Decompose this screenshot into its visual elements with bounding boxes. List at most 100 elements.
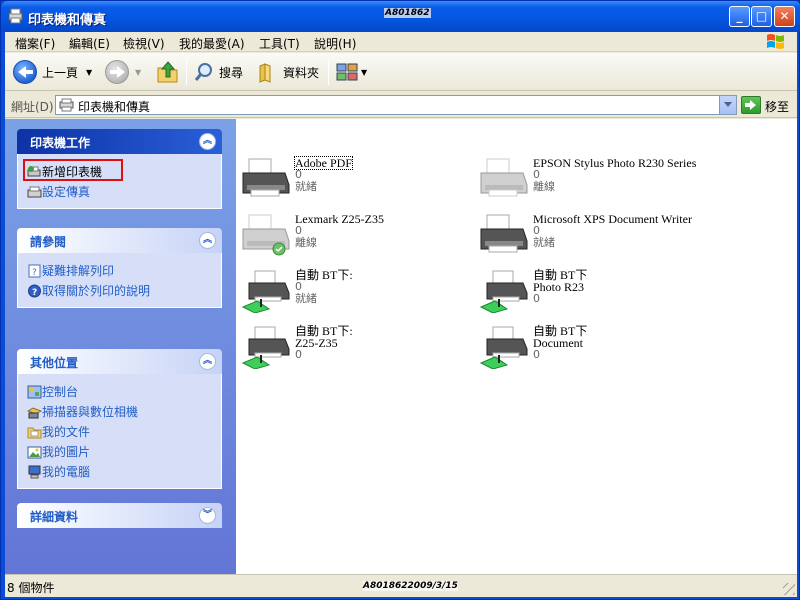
- other-places-header[interactable]: 其他位置 ︽: [17, 349, 222, 374]
- views-dropdown-icon[interactable]: ▼: [361, 68, 367, 77]
- address-input[interactable]: 印表機和傳真: [55, 95, 737, 115]
- printer-item[interactable]: Adobe PDF 0 就緒: [241, 156, 471, 209]
- printer-doc-count: 0: [295, 348, 302, 361]
- network-printer-icon: [241, 326, 290, 369]
- printer-tasks-panel: 印表機工作 ︽ 新增印表機 設定傳真: [17, 129, 222, 209]
- printer-icon: [242, 158, 290, 197]
- printer-offline-icon: [480, 158, 528, 197]
- close-button[interactable]: ✕: [774, 6, 795, 27]
- watermark-text: A8018622009/3/15: [363, 581, 458, 591]
- scanner-camera-icon: [27, 407, 42, 419]
- my-documents-folder-icon: [27, 427, 42, 439]
- printer-tasks-body: 新增印表機 設定傳真: [17, 154, 222, 209]
- place-my-computer[interactable]: 我的電腦: [18, 462, 221, 482]
- address-label: 網址(D): [11, 100, 54, 114]
- collapse-chevron-icon[interactable]: ︽: [199, 353, 216, 370]
- go-arrow-icon[interactable]: [741, 96, 761, 114]
- menu-file[interactable]: 檔案(F): [15, 35, 55, 52]
- back-label: 上一頁: [42, 65, 79, 80]
- window-client: 檔案(F) 編輯(E) 檢視(V) 我的最愛(A) 工具(T) 說明(H) 上一…: [5, 32, 797, 597]
- forward-button[interactable]: ▼: [105, 59, 141, 85]
- printer-status: 就緒: [533, 236, 555, 249]
- task-pane: 印表機工作 ︽ 新增印表機 設定傳真 請參閱 ︽ ? 疑難排解列印 ? 取得關於…: [5, 119, 236, 574]
- address-bar: 網址(D) 印表機和傳真 移至: [5, 92, 797, 118]
- printer-status: 離線: [533, 180, 555, 193]
- other-places-panel: 其他位置 ︽ 控制台 掃描器與數位相機 我的文件 我的圖片 我的電腦: [17, 349, 222, 489]
- default-printer-offline-icon: [242, 214, 290, 256]
- printer-item[interactable]: EPSON Stylus Photo R230 Series 0 離線: [479, 157, 709, 209]
- back-dropdown-icon[interactable]: ▼: [86, 68, 92, 77]
- printer-name: Microsoft XPS Document Writer: [533, 212, 692, 226]
- printer-item[interactable]: 自動 BT下 Photo R23 0: [479, 269, 709, 321]
- expand-chevron-icon[interactable]: ︾: [199, 507, 216, 524]
- task-add-printer[interactable]: 新增印表機: [18, 162, 221, 182]
- maximize-button[interactable]: □: [751, 6, 772, 27]
- panel-title: 請參閱: [30, 235, 67, 249]
- task-setup-fax[interactable]: 設定傳真: [18, 182, 221, 202]
- printer-status: 就緒: [295, 180, 317, 193]
- network-printer-icon: [479, 270, 528, 313]
- views-icon: [336, 63, 358, 81]
- title-bar[interactable]: 印表機和傳真 A801862 _ □ ✕: [1, 1, 800, 32]
- search-label: 搜尋: [219, 65, 244, 80]
- printer-item[interactable]: 自動 BT下 Document 0: [479, 325, 709, 377]
- printer-item[interactable]: Lexmark Z25-Z35 0 離線: [241, 213, 471, 265]
- svg-text:?: ?: [32, 268, 37, 278]
- add-printer-icon: [27, 166, 41, 177]
- address-dropdown-icon[interactable]: [719, 96, 736, 114]
- printer-doc-count: 0: [533, 292, 540, 305]
- menu-edit[interactable]: 編輯(E): [69, 35, 110, 52]
- see-also-body: ? 疑難排解列印 ? 取得關於列印的說明: [17, 253, 222, 308]
- task-label: 控制台: [42, 385, 79, 399]
- see-also-header[interactable]: 請參閱 ︽: [17, 228, 222, 253]
- task-printing-help[interactable]: ? 取得關於列印的說明: [18, 281, 221, 301]
- fax-icon: [27, 186, 42, 198]
- forward-arrow-icon: [105, 60, 129, 84]
- task-label: 疑難排解列印: [42, 264, 115, 278]
- printer-folder-icon: [8, 8, 23, 24]
- place-my-pictures[interactable]: 我的圖片: [18, 442, 221, 462]
- printer-tasks-header[interactable]: 印表機工作 ︽: [17, 129, 222, 154]
- menu-view[interactable]: 檢視(V): [123, 35, 165, 52]
- task-label: 設定傳真: [42, 185, 91, 199]
- help-icon: ?: [28, 284, 41, 298]
- forward-dropdown-icon[interactable]: ▼: [135, 68, 141, 77]
- help-document-icon: ?: [28, 264, 41, 278]
- my-computer-icon: [28, 465, 41, 479]
- printer-name: 自動 BT下:: [295, 268, 353, 282]
- views-button[interactable]: ▼: [335, 59, 367, 85]
- watermark-text: A801862: [384, 8, 431, 18]
- resize-grip-icon[interactable]: [783, 583, 795, 595]
- place-my-documents[interactable]: 我的文件: [18, 422, 221, 442]
- menu-help[interactable]: 說明(H): [314, 35, 356, 52]
- task-label: 我的圖片: [42, 445, 91, 459]
- panel-title: 其他位置: [30, 356, 79, 370]
- up-folder-icon[interactable]: [155, 59, 181, 85]
- printer-name-line2: Document: [533, 336, 583, 350]
- printer-item[interactable]: 自動 BT下: Z25-Z35 0: [241, 325, 471, 377]
- minimize-button[interactable]: _: [729, 6, 750, 27]
- collapse-chevron-icon[interactable]: ︽: [199, 232, 216, 249]
- task-label: 我的文件: [42, 425, 91, 439]
- task-troubleshoot-printing[interactable]: ? 疑難排解列印: [18, 261, 221, 281]
- menu-tools[interactable]: 工具(T): [259, 35, 300, 52]
- network-printer-icon: [241, 270, 290, 313]
- collapse-chevron-icon[interactable]: ︽: [199, 133, 216, 150]
- printer-item[interactable]: Microsoft XPS Document Writer 0 就緒: [479, 213, 709, 265]
- printer-name: Adobe PDF: [293, 156, 354, 170]
- details-header[interactable]: 詳細資料 ︾: [17, 503, 222, 528]
- go-button[interactable]: 移至: [765, 98, 789, 115]
- place-control-panel[interactable]: 控制台: [18, 382, 221, 402]
- menu-bar: 檔案(F) 編輯(E) 檢視(V) 我的最愛(A) 工具(T) 說明(H): [5, 32, 797, 52]
- see-also-panel: 請參閱 ︽ ? 疑難排解列印 ? 取得關於列印的說明: [17, 228, 222, 308]
- printer-status: 離線: [295, 236, 317, 249]
- printer-item[interactable]: 自動 BT下: 0 就緒: [241, 269, 471, 321]
- menu-favorites[interactable]: 我的最愛(A): [179, 35, 245, 52]
- place-scanners-cameras[interactable]: 掃描器與數位相機: [18, 402, 221, 422]
- explorer-window: 印表機和傳真 A801862 _ □ ✕ 檔案(F) 編輯(E) 檢視(V) 我…: [0, 0, 800, 600]
- folders-button[interactable]: 資料夾: [257, 59, 319, 85]
- search-icon: [194, 63, 212, 81]
- control-panel-icon: [27, 385, 42, 399]
- search-button[interactable]: 搜尋: [193, 59, 243, 85]
- back-button[interactable]: 上一頁 ▼: [13, 59, 92, 85]
